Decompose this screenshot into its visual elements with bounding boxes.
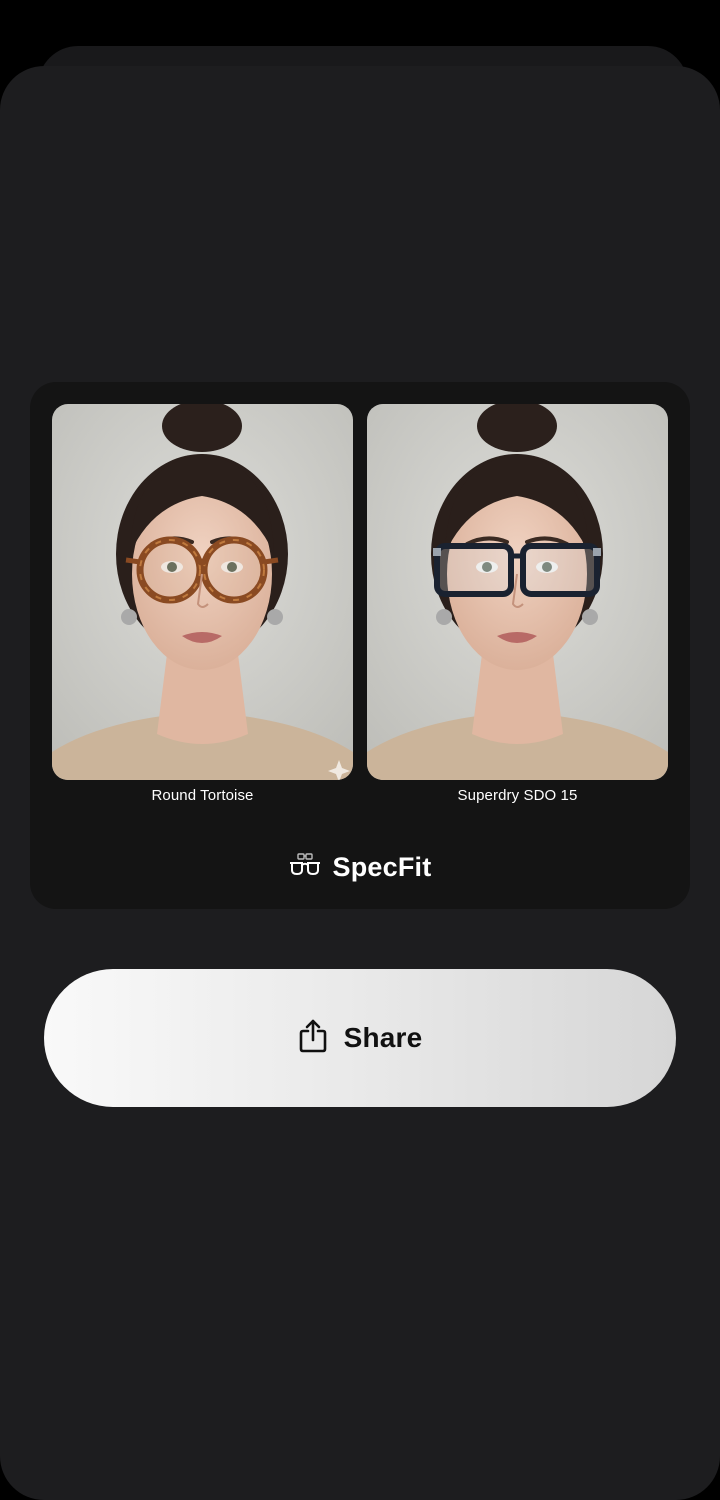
try-on-photo-superdry bbox=[367, 404, 668, 780]
try-on-photo-round-tortoise bbox=[52, 404, 353, 780]
share-icon bbox=[298, 1018, 328, 1059]
brand-watermark: SpecFit bbox=[30, 852, 690, 883]
glasses-icon bbox=[289, 853, 321, 882]
frame-label-left: Round Tortoise bbox=[151, 787, 254, 804]
share-button[interactable]: Share bbox=[44, 969, 676, 1107]
comparison-card: Round Tortoise Superdry SDO 15 SpecFit bbox=[30, 382, 690, 909]
share-button-label: Share bbox=[343, 1022, 423, 1053]
brand-name: SpecFit bbox=[332, 852, 432, 882]
frame-label-right: Superdry SDO 15 bbox=[457, 787, 578, 804]
